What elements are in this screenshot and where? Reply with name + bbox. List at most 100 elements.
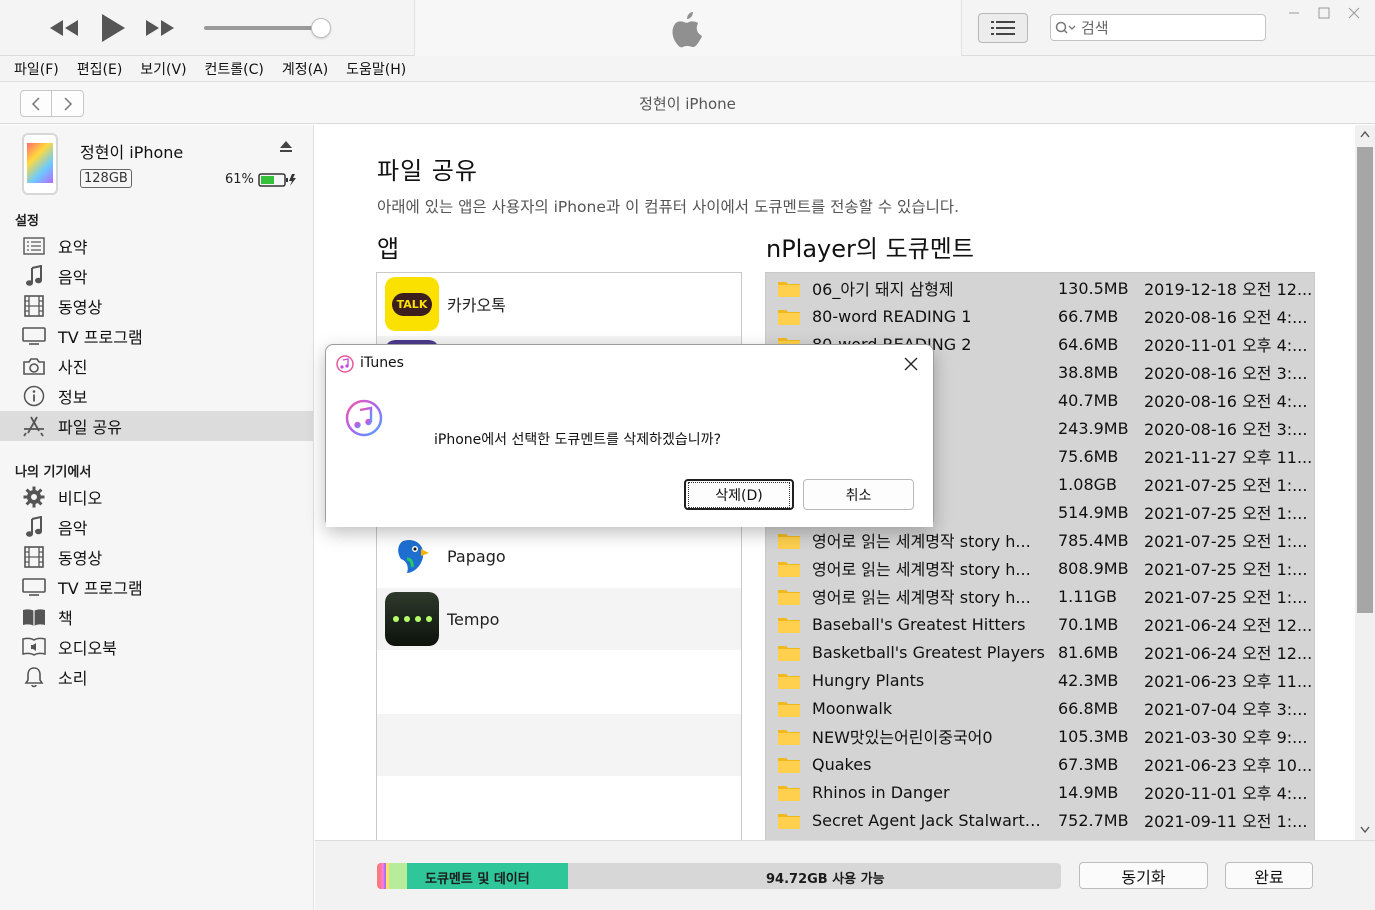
- ondevice-item-3[interactable]: TV 프로그램: [0, 572, 313, 602]
- menu-account[interactable]: 계정(A): [273, 59, 337, 79]
- ondevice-item-1[interactable]: 음악: [0, 512, 313, 542]
- window-close-button[interactable]: [1341, 2, 1367, 24]
- document-date: 2021-03-30 오후 9:...: [1144, 728, 1308, 747]
- document-size: 514.9MB: [1058, 502, 1129, 522]
- music-note-icon: [22, 264, 46, 288]
- menu-view[interactable]: 보기(V): [131, 59, 195, 79]
- documents-heading: nPlayer의 도큐멘트: [766, 235, 974, 263]
- document-size: 785.4MB: [1058, 530, 1129, 550]
- storage-free-label: 94.72GB 사용 가능: [766, 872, 885, 887]
- document-date: 2020-08-16 오전 3:...: [1144, 420, 1308, 439]
- search-box[interactable]: [1050, 14, 1266, 41]
- document-name: 06_아기 돼지 삼형제: [812, 280, 954, 299]
- sidebar-item-label: 동영상: [58, 298, 103, 317]
- app-row[interactable]: TALK 카카오톡: [377, 273, 741, 335]
- sync-button[interactable]: 동기화: [1079, 862, 1208, 889]
- menu-help[interactable]: 도움말(H): [337, 59, 415, 79]
- delete-button[interactable]: 삭제(D): [684, 479, 794, 510]
- done-button[interactable]: 완료: [1225, 862, 1313, 889]
- folder-icon: [778, 308, 800, 325]
- minimize-button[interactable]: [1281, 2, 1307, 24]
- play-button[interactable]: [95, 10, 131, 46]
- rewind-button[interactable]: [46, 10, 82, 46]
- document-row[interactable]: 영어로 읽는 세계명작 story h... 1.11GB 2021-07-25 오…: [766, 582, 1314, 610]
- document-row[interactable]: Secret Agent Jack Stalwart_C... 752.7MB 20…: [766, 806, 1314, 834]
- document-row[interactable]: NEW맛있는어린이중국어0 105.3MB 2021-03-30 오후 9:...: [766, 722, 1314, 750]
- folder-icon: [778, 588, 800, 605]
- document-date: 2021-11-27 오후 11...: [1144, 448, 1313, 467]
- audiobook-icon: [22, 635, 46, 659]
- document-size: 243.9MB: [1058, 418, 1129, 438]
- document-row[interactable]: 80-word READING 1 66.7MB 2020-08-16 오전 4:.…: [766, 302, 1314, 330]
- document-name: Basketball's Greatest Players: [812, 642, 1045, 662]
- scroll-up-arrow-icon[interactable]: [1355, 125, 1375, 143]
- dialog-title: iTunes: [360, 355, 404, 371]
- document-name: Rhinos in Danger: [812, 782, 950, 802]
- volume-slider-knob[interactable]: [311, 18, 331, 38]
- ondevice-item-2[interactable]: 동영상: [0, 542, 313, 572]
- settings-item-4[interactable]: 사진: [0, 351, 313, 381]
- app-row[interactable]: Papago: [377, 525, 741, 587]
- document-row[interactable]: Hungry Plants 42.3MB 2021-06-23 오후 11...: [766, 666, 1314, 694]
- document-name: 영어로 읽는 세계명작 story h...: [812, 560, 1031, 579]
- document-row[interactable]: Moonwalk 66.8MB 2021-07-04 오후 3:...: [766, 694, 1314, 722]
- folder-icon: [778, 812, 800, 829]
- ondevice-item-0[interactable]: 비디오: [0, 482, 313, 512]
- settings-item-3[interactable]: TV 프로그램: [0, 321, 313, 351]
- cancel-button[interactable]: 취소: [803, 479, 914, 510]
- dialog-close-button[interactable]: [900, 353, 922, 375]
- navigation-bar: 정현이 iPhone: [0, 82, 1375, 124]
- document-name: NEW맛있는어린이중국어0: [812, 728, 993, 747]
- summary-icon: [22, 234, 46, 258]
- folder-icon: [778, 616, 800, 633]
- document-row[interactable]: 06_아기 돼지 삼형제 130.5MB 2019-12-18 오전 12...: [766, 274, 1314, 302]
- scrollbar-thumb[interactable]: [1357, 147, 1373, 613]
- document-row[interactable]: Basketball's Greatest Players 81.6MB 2021-…: [766, 638, 1314, 666]
- on-my-device-section-label: 나의 기기에서: [15, 465, 92, 480]
- sidebar-item-label: 오디오북: [58, 639, 117, 658]
- document-row[interactable]: 영어로 읽는 세계명작 story h... 808.9MB 2021-07-25 …: [766, 554, 1314, 582]
- vertical-scrollbar[interactable]: [1355, 125, 1375, 840]
- scroll-down-arrow-icon[interactable]: [1355, 821, 1375, 839]
- list-view-button[interactable]: [978, 13, 1028, 43]
- settings-item-5[interactable]: 정보: [0, 381, 313, 411]
- document-size: 1.08GB: [1058, 474, 1117, 494]
- settings-item-2[interactable]: 동영상: [0, 291, 313, 321]
- document-size: 42.3MB: [1058, 670, 1119, 690]
- menu-file[interactable]: 파일(F): [5, 59, 68, 79]
- menu-controls[interactable]: 컨트롤(C): [196, 59, 273, 79]
- app-name: Papago: [447, 546, 506, 566]
- search-input[interactable]: [1081, 18, 1251, 37]
- settings-item-6[interactable]: 파일 공유: [0, 411, 313, 441]
- sidebar-item-label: 정보: [58, 388, 88, 407]
- settings-item-1[interactable]: 음악: [0, 261, 313, 291]
- storage-documents-label: 도큐멘트 및 데이터: [425, 872, 530, 887]
- battery-percent: 61%: [225, 172, 254, 187]
- document-row[interactable]: Rhinos in Danger 14.9MB 2020-11-01 오후 4:..…: [766, 778, 1314, 806]
- nav-title: 정현이 iPhone: [639, 95, 736, 113]
- apps-heading: 앱: [377, 235, 400, 263]
- document-size: 130.5MB: [1058, 278, 1129, 298]
- ondevice-item-4[interactable]: 책: [0, 602, 313, 632]
- sidebar-item-label: 동영상: [58, 549, 103, 568]
- eject-icon[interactable]: [278, 139, 294, 155]
- document-row[interactable]: 영어로 읽는 세계명작 story h... 785.4MB 2021-07-25 …: [766, 526, 1314, 554]
- document-date: 2020-08-16 오전 4:...: [1144, 392, 1308, 411]
- document-row[interactable]: Quakes 67.3MB 2021-06-23 오후 10...: [766, 750, 1314, 778]
- document-size: 752.7MB: [1058, 810, 1129, 830]
- document-name: Hungry Plants: [812, 670, 925, 690]
- settings-item-0[interactable]: 요약: [0, 231, 313, 261]
- document-row[interactable]: Baseball's Greatest Hitters 70.1MB 2021-06…: [766, 610, 1314, 638]
- document-date: 2021-06-23 오후 11...: [1144, 672, 1313, 691]
- volume-slider[interactable]: [204, 26, 326, 30]
- ondevice-item-5[interactable]: 오디오북: [0, 632, 313, 662]
- document-date: 2021-07-25 오전 1:...: [1144, 560, 1308, 579]
- maximize-button[interactable]: [1311, 2, 1337, 24]
- document-date: 2020-08-16 오전 4:...: [1144, 308, 1308, 327]
- app-row[interactable]: Tempo: [377, 588, 741, 650]
- ondevice-item-6[interactable]: 소리: [0, 662, 313, 692]
- tv-icon: [22, 324, 46, 348]
- fast-forward-button[interactable]: [142, 10, 178, 46]
- dialog-body: iPhone에서 선택한 도큐멘트를 삭제하겠습니까? 삭제(D) 취소: [326, 383, 933, 527]
- menu-edit[interactable]: 편집(E): [68, 59, 132, 79]
